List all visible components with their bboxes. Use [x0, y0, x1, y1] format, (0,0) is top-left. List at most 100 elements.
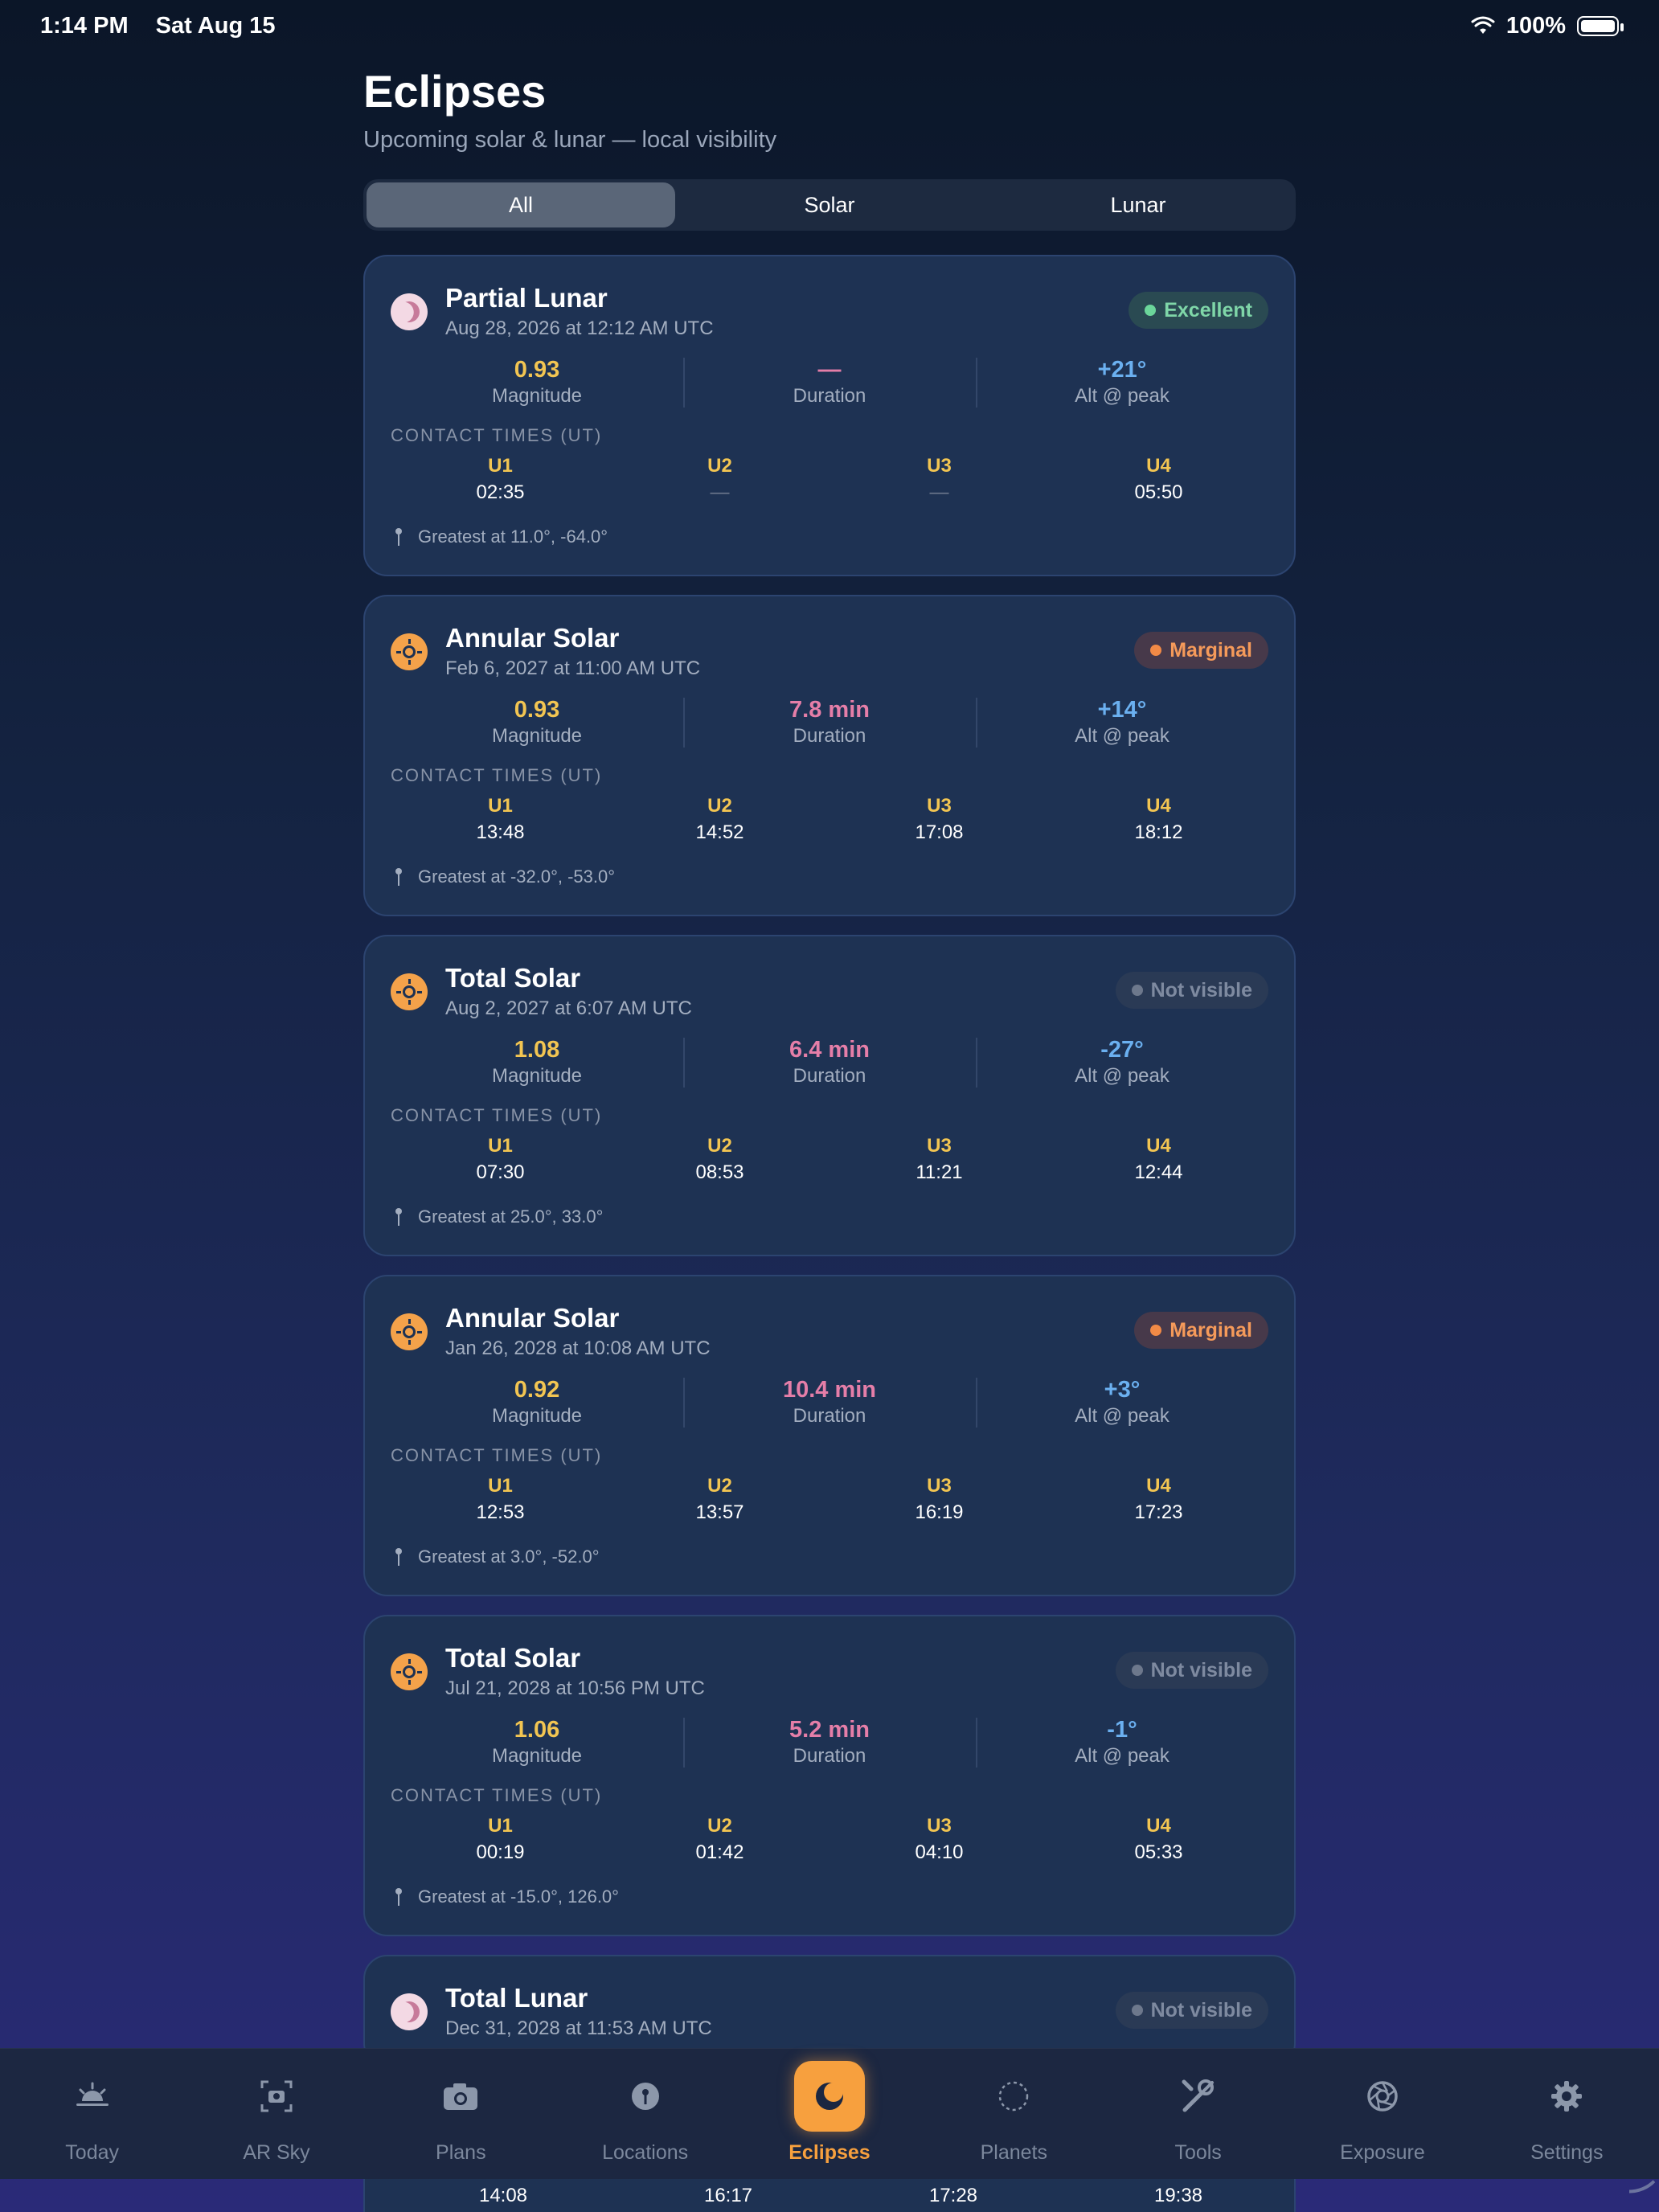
u4-time: 05:33: [1134, 1841, 1183, 1863]
eclipse-date: Jul 21, 2028 at 10:56 PM UTC: [445, 1677, 705, 1699]
status-date: Sat Aug 15: [155, 12, 276, 39]
card-heading: Total Lunar Dec 31, 2028 at 11:53 AM UTC: [445, 1982, 1116, 2040]
alt-value: -1°: [1107, 1717, 1137, 1743]
stat-duration: 10.4 min Duration: [683, 1376, 976, 1429]
pin-icon: [394, 528, 403, 546]
u4-label: U4: [1146, 1475, 1171, 1497]
sun-icon: [391, 973, 428, 1010]
u2-time: 01:42: [695, 1841, 744, 1863]
alt-label: Alt @ peak: [1075, 385, 1169, 407]
u2-label: U2: [707, 1815, 732, 1837]
tab-plans[interactable]: Plans: [369, 2049, 553, 2179]
eclipse-card[interactable]: Total Solar Jul 21, 2028 at 10:56 PM UTC N…: [363, 1615, 1296, 1936]
card-header: Total Lunar Dec 31, 2028 at 11:53 AM UTC N…: [391, 1982, 1268, 2040]
card-header: Annular Solar Feb 6, 2027 at 11:00 AM UTC…: [391, 622, 1268, 680]
card-header: Total Solar Jul 21, 2028 at 10:56 PM UTC N…: [391, 1642, 1268, 1700]
contact-u1: U1 13:48: [391, 794, 610, 844]
pin-icon: [394, 1208, 403, 1226]
sun-icon: [391, 633, 428, 670]
filter-solar[interactable]: Solar: [675, 182, 984, 227]
eclipse-card[interactable]: Partial Lunar Aug 28, 2026 at 12:12 AM UT…: [363, 255, 1296, 576]
contact-u1: U1 12:53: [391, 1474, 610, 1524]
contact-u2: U2 13:57: [610, 1474, 830, 1524]
alt-value: +21°: [1097, 357, 1147, 383]
contact-u3: U3 16:19: [830, 1474, 1049, 1524]
contact-u2: U2 08:53: [610, 1134, 830, 1184]
contact-times-title: CONTACT TIMES (UT): [391, 765, 603, 785]
moon-glyph: [395, 1998, 422, 2025]
u1-label: U1: [488, 455, 513, 477]
page-subtitle: Upcoming solar & lunar — local visibilit…: [363, 127, 777, 153]
magnitude-value: 0.93: [514, 697, 560, 723]
u4-label: U4: [1146, 1135, 1171, 1157]
eclipse-title: Annular Solar: [445, 1303, 620, 1333]
location-pin-icon: [610, 2061, 681, 2132]
alt-value: -27°: [1100, 1037, 1144, 1063]
u3-time: 04:10: [915, 1841, 964, 1863]
u2-time: —: [710, 481, 730, 503]
visibility-badge: Not visible: [1115, 1652, 1268, 1689]
u1-time: 02:35: [476, 481, 525, 503]
contact-u2: U2 14:52: [610, 794, 830, 844]
contact-times-title: CONTACT TIMES (UT): [391, 425, 603, 445]
status-time: 1:14 PM: [40, 12, 129, 39]
duration-label: Duration: [793, 385, 866, 407]
contact-u4: U4 12:44: [1049, 1134, 1268, 1184]
stat-duration: — Duration: [683, 356, 976, 409]
u2-label: U2: [707, 795, 732, 817]
planet-orbit-icon: [978, 2061, 1049, 2132]
u3-time: —: [929, 481, 949, 503]
card-header: Partial Lunar Aug 28, 2026 at 12:12 AM UT…: [391, 282, 1268, 340]
tab-ar-sky[interactable]: AR Sky: [184, 2049, 368, 2179]
u1-label: U1: [488, 1135, 513, 1157]
u1-label: U1: [488, 1475, 513, 1497]
sun-icon: [391, 1313, 428, 1350]
eclipse-title: Total Solar: [445, 963, 581, 993]
stat-magnitude: 0.92 Magnitude: [391, 1376, 683, 1429]
stat-alt: -1° Alt @ peak: [976, 1716, 1268, 1769]
duration-label: Duration: [793, 1065, 866, 1087]
u3-label: U3: [927, 455, 952, 477]
contact-u2: 16:17: [616, 2185, 841, 2207]
u2-label: U2: [707, 1475, 732, 1497]
u1-time: 07:30: [476, 1161, 525, 1183]
eclipse-card[interactable]: Total Solar Aug 2, 2027 at 6:07 AM UTC Not…: [363, 935, 1296, 1256]
filter-lunar[interactable]: Lunar: [984, 182, 1292, 227]
tab-today[interactable]: Today: [0, 2049, 184, 2179]
visibility-badge: Not visible: [1115, 972, 1268, 1009]
u2-label: U2: [707, 455, 732, 477]
duration-value: —: [817, 357, 842, 383]
card-heading: Partial Lunar Aug 28, 2026 at 12:12 AM UT…: [445, 282, 1129, 340]
stats-row: 1.08 Magnitude 6.4 min Duration -27° Alt @ pe…: [391, 1036, 1268, 1089]
eclipse-card[interactable]: Annular Solar Feb 6, 2027 at 11:00 AM UTC…: [363, 595, 1296, 916]
u3-time: 16:19: [915, 1501, 964, 1523]
contact-u4: U4 05:50: [1049, 454, 1268, 504]
tab-planets[interactable]: Planets: [922, 2049, 1106, 2179]
contact-u1: U1 02:35: [391, 454, 610, 504]
tab-eclipses[interactable]: Eclipses: [737, 2049, 921, 2179]
contact-times: U1 02:35 U2 — U3 — U4 05:50: [391, 454, 1268, 504]
u1-time: 14:08: [478, 2184, 528, 2206]
u1-time: 13:48: [476, 821, 525, 843]
contact-u4: U4 18:12: [1049, 794, 1268, 844]
tab-exposure[interactable]: Exposure: [1290, 2049, 1474, 2179]
camera-icon: [425, 2061, 496, 2132]
card-heading: Total Solar Jul 21, 2028 at 10:56 PM UTC: [445, 1642, 1116, 1700]
sun-glyph: [396, 979, 422, 1005]
tab-label: Exposure: [1340, 2141, 1425, 2164]
sun-glyph: [396, 639, 422, 665]
tab-label: Settings: [1530, 2141, 1604, 2164]
contact-u1: U1 07:30: [391, 1134, 610, 1184]
tab-tools[interactable]: Tools: [1106, 2049, 1290, 2179]
visibility-label: Not visible: [1150, 978, 1252, 1002]
stat-magnitude: 0.93 Magnitude: [391, 696, 683, 749]
filter-all[interactable]: All: [367, 182, 675, 227]
greatest-text: Greatest at 11.0°, -64.0°: [418, 526, 608, 547]
contact-u3: U3 17:08: [830, 794, 1049, 844]
tab-locations[interactable]: Locations: [553, 2049, 737, 2179]
alt-label: Alt @ peak: [1075, 725, 1169, 747]
alt-label: Alt @ peak: [1075, 1405, 1169, 1427]
greatest-location: Greatest at 25.0°, 33.0°: [391, 1206, 1268, 1227]
duration-value: 6.4 min: [789, 1037, 870, 1063]
eclipse-card[interactable]: Annular Solar Jan 26, 2028 at 10:08 AM UT…: [363, 1275, 1296, 1596]
